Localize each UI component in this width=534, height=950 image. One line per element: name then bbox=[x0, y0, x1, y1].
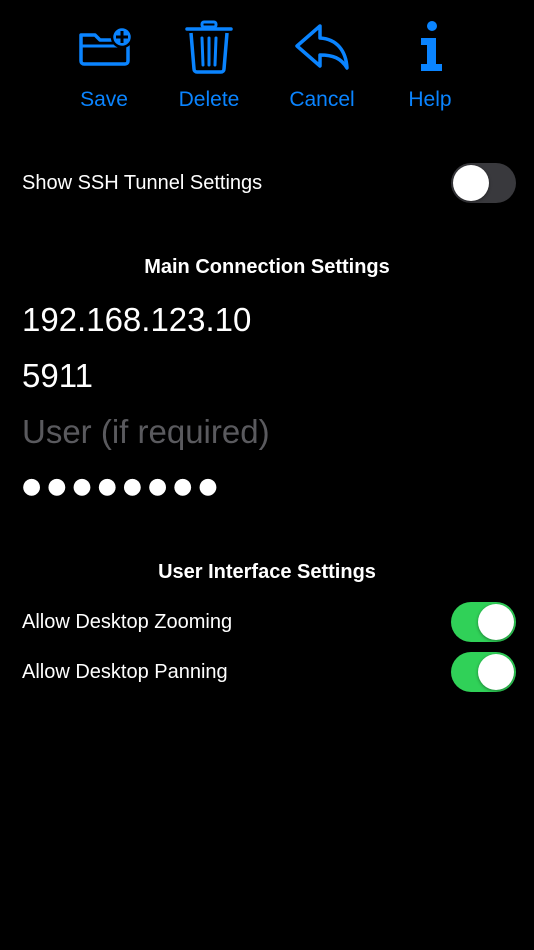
address-field[interactable] bbox=[22, 298, 512, 342]
main-connection-title: Main Connection Settings bbox=[144, 256, 390, 278]
ssh-tunnel-toggle[interactable] bbox=[451, 163, 516, 203]
save-label: Save bbox=[80, 88, 128, 111]
toggle-knob bbox=[453, 165, 489, 201]
password-field[interactable] bbox=[22, 464, 512, 508]
ssh-tunnel-label: Show SSH Tunnel Settings bbox=[22, 171, 263, 194]
delete-button[interactable]: Delete bbox=[159, 18, 259, 118]
ssh-tunnel-row: Show SSH Tunnel Settings bbox=[22, 163, 516, 203]
help-label: Help bbox=[408, 88, 452, 111]
help-button[interactable]: Help bbox=[380, 18, 480, 118]
delete-label: Delete bbox=[178, 88, 240, 111]
port-field[interactable] bbox=[22, 354, 512, 398]
save-button[interactable]: Save bbox=[54, 18, 154, 118]
toolbar: Save Delete Cancel Help bbox=[0, 18, 534, 118]
cancel-label: Cancel bbox=[289, 88, 355, 111]
toggle-knob bbox=[478, 654, 514, 690]
panning-toggle[interactable] bbox=[451, 652, 516, 692]
info-icon bbox=[421, 21, 442, 71]
toggle-knob bbox=[478, 604, 514, 640]
undo-arrow-icon bbox=[295, 24, 349, 70]
zooming-row: Allow Desktop Zooming bbox=[22, 602, 516, 642]
zooming-label: Allow Desktop Zooming bbox=[22, 610, 233, 633]
cancel-button[interactable]: Cancel bbox=[272, 18, 372, 118]
panning-label: Allow Desktop Panning bbox=[22, 660, 228, 683]
folder-plus-icon bbox=[79, 25, 133, 66]
zooming-toggle[interactable] bbox=[451, 602, 516, 642]
user-interface-title: User Interface Settings bbox=[158, 561, 376, 583]
panning-row: Allow Desktop Panning bbox=[22, 652, 516, 692]
trash-icon bbox=[185, 20, 233, 74]
user-field[interactable] bbox=[22, 410, 512, 454]
